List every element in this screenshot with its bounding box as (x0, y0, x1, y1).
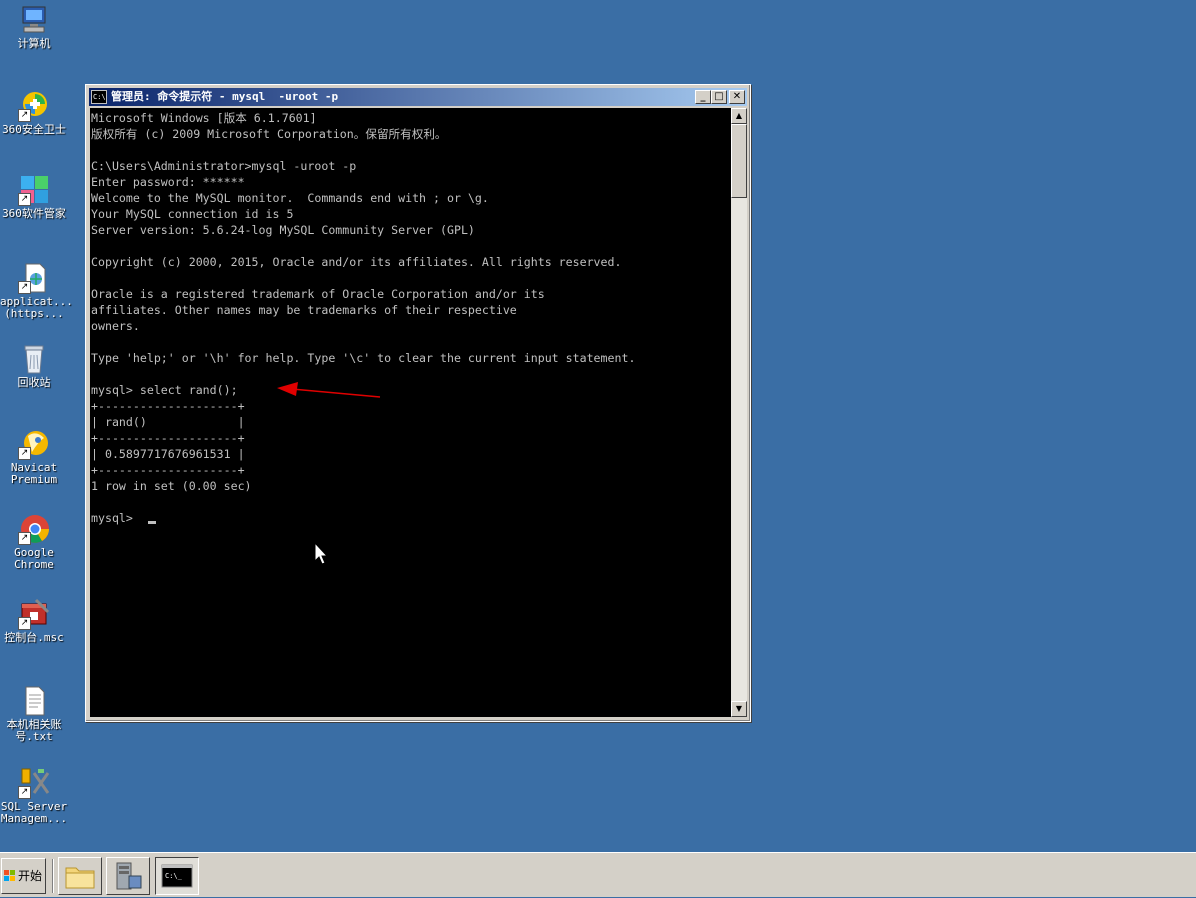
taskbar-separator (52, 859, 54, 893)
taskbar-server-manager[interactable] (106, 857, 150, 895)
scroll-down-button[interactable]: ▼ (731, 701, 747, 717)
desktop-icon-console-msc[interactable]: ↗ 控制台.msc (0, 598, 68, 644)
cmd-window[interactable]: C:\ 管理员: 命令提示符 - mysql -uroot -p _ □ ✕ M… (85, 84, 751, 722)
navicat-icon: ↗ (18, 428, 50, 460)
scroll-up-button[interactable]: ▲ (731, 108, 747, 124)
shortcut-arrow-icon: ↗ (18, 109, 31, 122)
cmd-app-icon: C:\ (91, 90, 107, 104)
sql-server-icon: ↗ (18, 767, 50, 799)
text-file-icon (18, 685, 50, 717)
shortcut-arrow-icon: ↗ (18, 281, 31, 294)
computer-icon (18, 4, 50, 36)
scroll-thumb[interactable] (731, 124, 747, 198)
shortcut-arrow-icon: ↗ (18, 447, 31, 460)
shortcut-arrow-icon: ↗ (18, 617, 31, 630)
shortcut-arrow-icon: ↗ (18, 193, 31, 206)
console-output[interactable]: Microsoft Windows [版本 6.1.7601] 版权所有 (c)… (90, 108, 731, 717)
web-shortcut-icon: ↗ (18, 262, 50, 294)
desktop-icon-360-software[interactable]: ↗ 360软件管家 (0, 174, 68, 220)
desktop-icon-computer[interactable]: 计算机 (0, 4, 68, 50)
desktop-icon-360-security[interactable]: ↗ 360安全卫士 (0, 90, 68, 136)
360-software-icon: ↗ (18, 174, 50, 206)
console-msc-icon: ↗ (18, 598, 50, 630)
recycle-bin-icon (18, 343, 50, 375)
window-title: 管理员: 命令提示符 - mysql -uroot -p (111, 90, 339, 103)
svg-text:C:\_: C:\_ (165, 872, 183, 880)
chrome-icon: ↗ (18, 513, 50, 545)
taskbar-explorer[interactable] (58, 857, 102, 895)
minimize-button[interactable]: _ (695, 90, 711, 104)
folder-icon (65, 867, 95, 889)
console-text: Microsoft Windows [版本 6.1.7601] 版权所有 (c)… (91, 111, 636, 525)
desktop-icon-chrome[interactable]: ↗ Google Chrome (0, 513, 68, 571)
windows-logo-icon (4, 870, 15, 881)
window-titlebar[interactable]: C:\ 管理员: 命令提示符 - mysql -uroot -p _ □ ✕ (89, 88, 747, 106)
taskbar: 开始 C:\_ (0, 852, 1196, 897)
desktop-icon-navicat[interactable]: ↗ Navicat Premium (0, 428, 68, 486)
close-button[interactable]: ✕ (729, 90, 745, 104)
maximize-button[interactable]: □ (711, 90, 727, 104)
start-button[interactable]: 开始 (1, 858, 46, 894)
shortcut-arrow-icon: ↗ (18, 786, 31, 799)
360-security-icon: ↗ (18, 90, 50, 122)
start-label: 开始 (18, 869, 43, 883)
server-manager-icon (116, 862, 142, 890)
vertical-scrollbar[interactable]: ▲ ▼ (731, 108, 747, 717)
shortcut-arrow-icon: ↗ (18, 532, 31, 545)
taskbar-cmd[interactable]: C:\_ (155, 857, 199, 895)
desktop-icon-web-shortcut[interactable]: ↗ applicat... (https... (0, 262, 73, 320)
text-cursor (148, 521, 156, 524)
desktop-icon-text-file[interactable]: 本机相关账 号.txt (0, 685, 68, 743)
desktop-icon-recycle-bin[interactable]: 回收站 (0, 343, 68, 389)
desktop-icon-sql-server[interactable]: ↗ SQL Server Managem... (0, 767, 68, 825)
cmd-icon: C:\_ (161, 864, 193, 888)
